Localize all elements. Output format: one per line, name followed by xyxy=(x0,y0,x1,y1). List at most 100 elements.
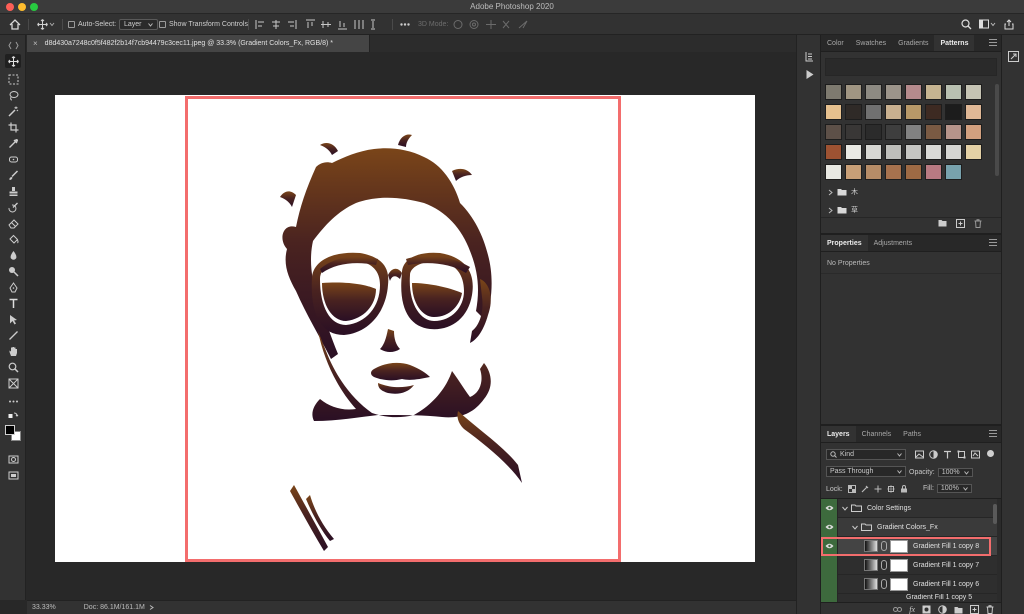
eraser-tool-icon[interactable] xyxy=(5,216,21,230)
tab-gradients[interactable]: Gradients xyxy=(892,35,934,51)
tab-patterns[interactable]: Patterns xyxy=(934,35,975,51)
pattern-swatch[interactable] xyxy=(925,124,942,140)
trash-icon[interactable] xyxy=(974,219,982,228)
panel-menu-icon[interactable] xyxy=(989,430,997,439)
layer-group-row[interactable]: Gradient Colors_Fx xyxy=(821,517,997,537)
mask-thumbnail[interactable] xyxy=(890,577,908,591)
pattern-swatch[interactable] xyxy=(945,104,962,120)
share-icon[interactable] xyxy=(1004,14,1014,35)
pixel-filter-icon[interactable] xyxy=(915,450,924,459)
libraries-panel-icon[interactable] xyxy=(1008,51,1019,64)
adjustment-layer-icon[interactable] xyxy=(938,605,947,614)
tab-adjustments[interactable]: Adjustments xyxy=(868,235,919,251)
clone-stamp-tool-icon[interactable] xyxy=(5,184,21,198)
history-panel-icon[interactable] xyxy=(804,51,815,64)
visibility-toggle[interactable] xyxy=(821,574,838,594)
chevron-down-icon[interactable] xyxy=(842,506,848,511)
pattern-swatch[interactable] xyxy=(945,144,962,160)
type-filter-icon[interactable] xyxy=(943,450,952,459)
lock-pixels-icon[interactable] xyxy=(861,485,869,493)
smart-object-filter-icon[interactable] xyxy=(971,450,980,459)
chevron-down-icon[interactable] xyxy=(852,525,858,530)
layer-filter-dropdown[interactable]: Kind xyxy=(826,449,906,460)
filter-toggle-icon[interactable] xyxy=(987,450,994,457)
new-pattern-icon[interactable] xyxy=(956,219,965,228)
fx-icon[interactable]: fx xyxy=(909,605,915,614)
edit-toolbar-icon[interactable] xyxy=(5,394,21,408)
visibility-toggle[interactable] xyxy=(821,555,838,575)
lock-position-icon[interactable] xyxy=(874,485,882,493)
pattern-swatch[interactable] xyxy=(845,104,862,120)
tab-swatches[interactable]: Swatches xyxy=(850,35,892,51)
paint-bucket-tool-icon[interactable] xyxy=(5,232,21,246)
hand-tool-icon[interactable] xyxy=(5,344,21,358)
pattern-swatch[interactable] xyxy=(925,84,942,100)
pattern-swatch[interactable] xyxy=(825,104,842,120)
align-buttons-group[interactable] xyxy=(255,14,387,35)
new-group-icon[interactable] xyxy=(954,606,963,614)
opacity-field[interactable]: 100% xyxy=(937,468,973,477)
pattern-swatch[interactable] xyxy=(905,84,922,100)
tab-channels[interactable]: Channels xyxy=(856,426,898,442)
close-document-icon[interactable]: × xyxy=(33,39,38,48)
move-tool-icon[interactable] xyxy=(5,54,21,68)
patterns-scrollbar[interactable] xyxy=(995,84,999,176)
pattern-swatch[interactable] xyxy=(865,104,882,120)
pattern-swatch[interactable] xyxy=(865,84,882,100)
pattern-search-bar[interactable] xyxy=(825,58,997,76)
pattern-swatch[interactable] xyxy=(865,144,882,160)
type-tool-icon[interactable] xyxy=(5,296,21,310)
history-brush-tool-icon[interactable] xyxy=(5,200,21,214)
new-group-icon[interactable] xyxy=(938,219,947,227)
add-mask-icon[interactable] xyxy=(922,605,931,614)
lock-artboard-icon[interactable] xyxy=(886,485,895,493)
pattern-swatch[interactable] xyxy=(945,164,962,180)
pattern-swatch[interactable] xyxy=(825,144,842,160)
move-tool-preset-icon[interactable] xyxy=(37,14,55,35)
show-transform-controls-checkbox[interactable]: Show Transform Controls xyxy=(159,14,248,35)
tab-properties[interactable]: Properties xyxy=(821,235,868,251)
zoom-level[interactable]: 33.33% xyxy=(32,604,56,611)
magic-wand-tool-icon[interactable] xyxy=(5,104,21,118)
pattern-swatch[interactable] xyxy=(885,144,902,160)
adjustment-filter-icon[interactable] xyxy=(929,450,938,459)
layers-scrollbar[interactable] xyxy=(993,504,997,524)
frame-tool-icon[interactable] xyxy=(5,376,21,390)
pattern-swatch[interactable] xyxy=(945,124,962,140)
layer-row[interactable]: Gradient Fill 1 copy 7 xyxy=(821,555,997,575)
pattern-swatch[interactable] xyxy=(965,144,982,160)
search-icon[interactable] xyxy=(961,14,972,35)
pattern-swatch[interactable] xyxy=(925,164,942,180)
link-icon[interactable] xyxy=(881,560,887,570)
pattern-swatch[interactable] xyxy=(925,104,942,120)
pattern-swatch[interactable] xyxy=(845,144,862,160)
blur-tool-icon[interactable] xyxy=(5,248,21,262)
pen-tool-icon[interactable] xyxy=(5,280,21,294)
pattern-swatch[interactable] xyxy=(905,104,922,120)
tab-color[interactable]: Color xyxy=(821,35,850,51)
visibility-eye-icon[interactable] xyxy=(821,498,838,518)
pattern-swatch[interactable] xyxy=(965,104,982,120)
lock-transparent-icon[interactable] xyxy=(847,485,856,493)
line-tool-icon[interactable] xyxy=(5,328,21,342)
pattern-swatch[interactable] xyxy=(965,84,982,100)
pattern-swatch[interactable] xyxy=(825,124,842,140)
eyedropper-tool-icon[interactable] xyxy=(5,136,21,150)
lock-all-icon[interactable] xyxy=(900,485,908,493)
brush-tool-icon[interactable] xyxy=(5,168,21,182)
pattern-swatch[interactable] xyxy=(865,164,882,180)
fill-field[interactable]: 100% xyxy=(936,484,972,493)
pattern-swatch[interactable] xyxy=(965,124,982,140)
visibility-eye-icon[interactable] xyxy=(821,517,838,537)
document-tab[interactable]: × d8d430a7248c0f5f482f2b14f7cb94479c3cec… xyxy=(27,35,370,52)
pattern-swatch[interactable] xyxy=(885,84,902,100)
pattern-folder-2[interactable]: 草 xyxy=(828,204,858,216)
auto-select-target-dropdown[interactable]: Layer xyxy=(119,19,158,30)
chevron-right-icon[interactable] xyxy=(149,605,155,610)
path-selection-tool-icon[interactable] xyxy=(5,312,21,326)
screen-mode-icon[interactable] xyxy=(5,468,21,482)
pattern-swatch[interactable] xyxy=(945,84,962,100)
pattern-swatch[interactable] xyxy=(905,124,922,140)
lasso-tool-icon[interactable] xyxy=(5,88,21,102)
foreground-color-swatch[interactable] xyxy=(5,425,15,435)
